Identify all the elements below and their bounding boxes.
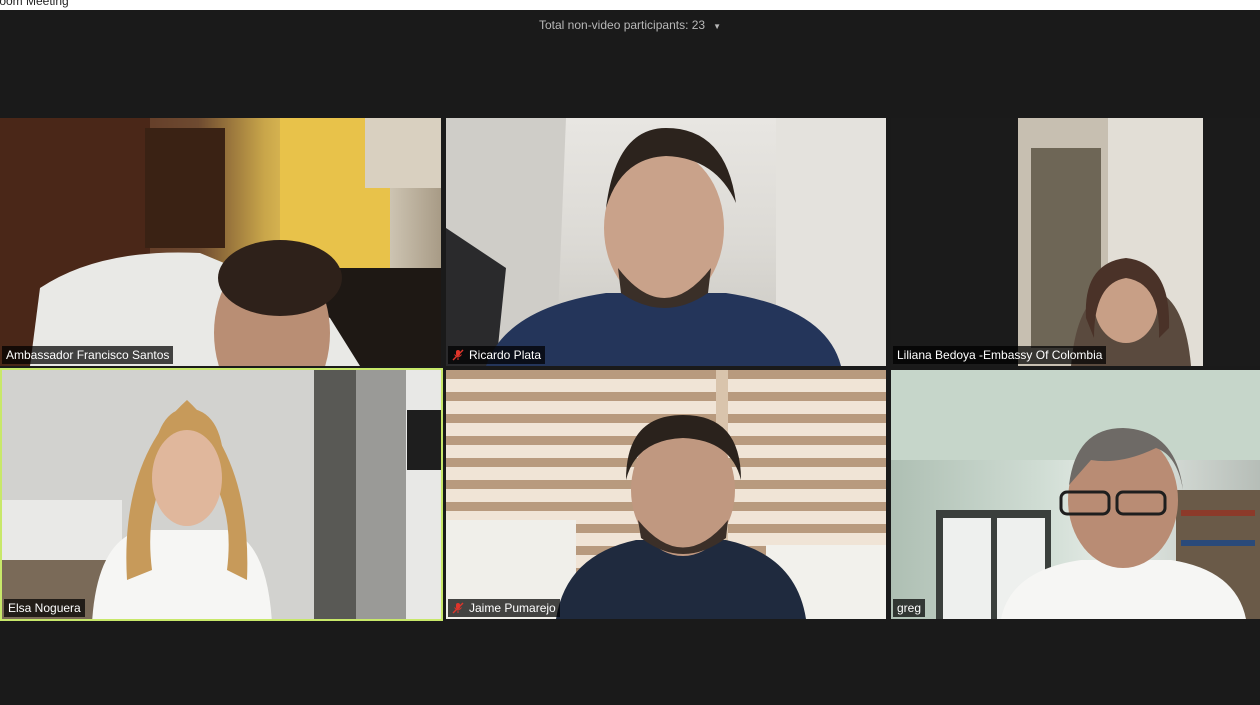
video-tile-greg[interactable]: greg [891, 370, 1260, 619]
video-feed [891, 118, 1260, 366]
video-tile-liliana-bedoya[interactable]: Liliana Bedoya -Embassy Of Colombia [891, 118, 1260, 366]
video-feed [891, 370, 1260, 619]
participant-video-image [446, 118, 886, 366]
participant-name-label: greg [893, 599, 926, 617]
chevron-down-icon[interactable]: ▼ [713, 22, 721, 31]
video-feed [446, 370, 886, 619]
video-tile-francisco-santos[interactable]: Ambassador Francisco Santos [0, 118, 441, 366]
window-title: Zoom Meeting [0, 0, 69, 8]
participant-video-image [0, 118, 441, 366]
video-tile-elsa-noguera[interactable]: Elsa Noguera [0, 368, 443, 621]
muted-microphone-icon [452, 349, 464, 361]
participant-video-image [2, 370, 441, 619]
video-tile-jaime-pumarejo[interactable]: Jaime Pumarejo [446, 370, 886, 619]
participant-name-label: Ambassador Francisco Santos [2, 346, 174, 364]
participant-name-label: Liliana Bedoya -Embassy Of Colombia [893, 346, 1107, 364]
participant-name: Ambassador Francisco Santos [6, 348, 170, 362]
participant-name-label: Elsa Noguera [4, 599, 85, 617]
window-titlebar: Zoom Meeting [0, 0, 1260, 10]
video-tile-ricardo-plata[interactable]: Ricardo Plata [446, 118, 886, 366]
non-video-participants-label: Total non-video participants: 23 [538, 18, 706, 32]
video-feed [0, 118, 441, 366]
participant-video-image [891, 370, 1260, 619]
participant-video-image [446, 370, 886, 619]
participant-name-label: Ricardo Plata [448, 346, 546, 364]
participant-name-label: Jaime Pumarejo [448, 599, 560, 617]
participant-name: Ricardo Plata [469, 348, 542, 362]
participant-name: greg [897, 601, 922, 615]
video-feed [446, 118, 886, 366]
participant-name: Liliana Bedoya -Embassy Of Colombia [897, 348, 1103, 362]
participant-video-image [891, 118, 1260, 366]
non-video-participants-dropdown[interactable]: Total non-video participants: 23 ▼ [0, 18, 1260, 32]
muted-microphone-icon [452, 602, 464, 614]
video-feed [2, 370, 441, 619]
participant-name: Elsa Noguera [8, 601, 81, 615]
participant-name: Jaime Pumarejo [469, 601, 556, 615]
